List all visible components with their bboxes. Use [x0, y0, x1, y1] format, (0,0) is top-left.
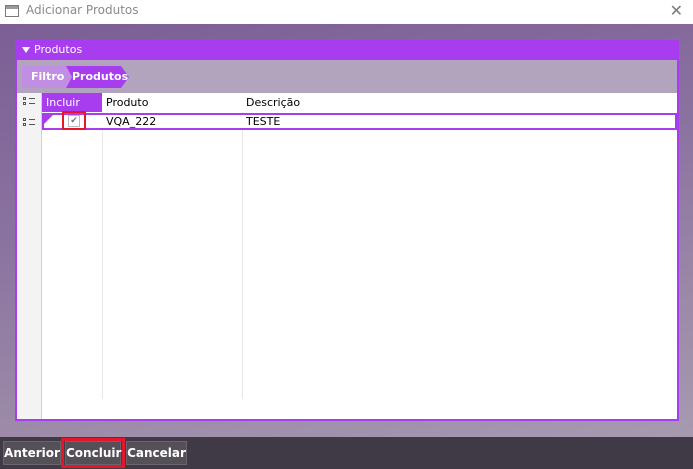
cell-descricao: TESTE	[246, 115, 281, 128]
column-divider	[242, 112, 243, 399]
cancelar-button[interactable]: Cancelar	[126, 441, 187, 465]
panel-title: Produtos	[34, 43, 83, 56]
panel-header[interactable]: Produtos	[17, 42, 677, 60]
concluir-button[interactable]: Concluir	[65, 441, 121, 465]
anterior-button[interactable]: Anterior	[3, 441, 61, 465]
column-header-incluir[interactable]: Incluir	[42, 93, 102, 112]
window-title-bar: Adicionar Produtos ✕	[0, 0, 693, 24]
row-focus-indicator	[44, 115, 53, 124]
cell-produto: VQA_222	[106, 115, 157, 128]
button-bar: Anterior Concluir Cancelar	[0, 437, 693, 469]
column-header-produto[interactable]: Produto	[102, 93, 242, 112]
close-icon[interactable]: ✕	[670, 2, 683, 20]
row-header-column	[17, 93, 42, 419]
row-selector-icon[interactable]	[23, 118, 35, 128]
window-icon	[5, 5, 19, 17]
table-row[interactable]: ✔ VQA_222 TESTE	[42, 111, 677, 130]
products-grid: Incluir Produto Descrição ✔ VQA_222 TEST…	[17, 93, 677, 419]
collapse-triangle-icon[interactable]	[22, 47, 30, 53]
breadcrumb-item-produtos[interactable]: Produtos	[66, 66, 129, 88]
column-divider	[102, 112, 103, 399]
breadcrumb: Filtro Produtos	[17, 60, 677, 93]
window-title: Adicionar Produtos	[26, 3, 139, 17]
products-panel: Produtos Filtro Produtos Incluir Produto…	[15, 40, 679, 421]
column-header-descricao[interactable]: Descrição	[242, 93, 442, 112]
incluir-checkbox[interactable]: ✔	[68, 115, 80, 127]
select-all-icon[interactable]	[23, 97, 35, 107]
grid-footer	[42, 399, 677, 419]
